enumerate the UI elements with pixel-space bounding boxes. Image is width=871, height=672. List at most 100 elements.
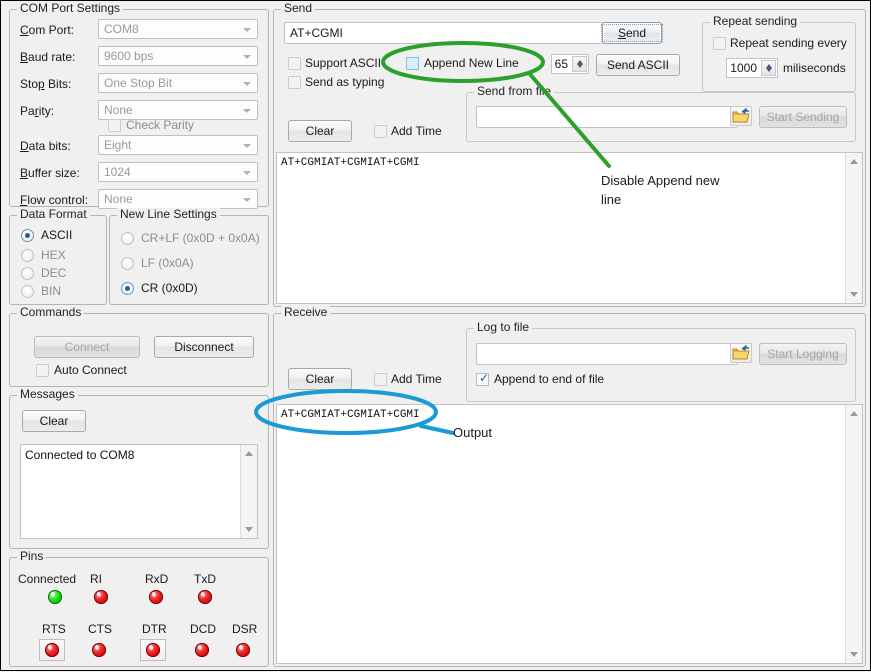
auto-connect-checkbox[interactable] bbox=[36, 364, 49, 377]
pin-label-cts: CTS bbox=[88, 622, 112, 636]
send-add-time-label: Add Time bbox=[391, 124, 442, 138]
receive-title: Receive bbox=[281, 306, 330, 318]
repeat-units-label: miliseconds bbox=[783, 61, 846, 75]
spinner-down-icon[interactable] bbox=[766, 68, 772, 72]
flow-control-value: None bbox=[104, 192, 133, 206]
scroll-up-icon[interactable] bbox=[850, 411, 858, 416]
chevron-down-icon bbox=[243, 28, 251, 32]
radio-bin-label: BIN bbox=[41, 284, 61, 298]
pin-label-dsr: DSR bbox=[232, 622, 257, 636]
commands-title: Commands bbox=[17, 306, 84, 318]
disconnect-button[interactable]: Disconnect bbox=[154, 336, 254, 358]
send-log-text: AT+CGMIAT+CGMIAT+CGMI bbox=[281, 156, 842, 170]
send-ascii-button[interactable]: Send ASCII bbox=[596, 54, 680, 76]
spinner-buttons[interactable] bbox=[761, 60, 776, 76]
send-add-time-checkbox[interactable] bbox=[374, 125, 387, 138]
spinner-buttons[interactable] bbox=[572, 56, 587, 72]
start-sending-button[interactable]: Start Sending bbox=[759, 106, 847, 128]
data-bits-value: Eight bbox=[104, 138, 131, 152]
append-to-end-checkbox[interactable]: ✓ bbox=[476, 373, 489, 386]
pin-label-dtr: DTR bbox=[142, 622, 167, 636]
connect-button[interactable]: Connect bbox=[34, 336, 140, 358]
send-group: Send AT+CGMI Send Support ASCII Append N… bbox=[273, 9, 866, 307]
send-clear-button[interactable]: Clear bbox=[288, 120, 352, 142]
radio-lf-label: LF (0x0A) bbox=[141, 256, 194, 270]
com-port-settings-group: COM Port Settings Com Port: COM8 Baud ra… bbox=[9, 9, 269, 207]
radio-crlf[interactable] bbox=[121, 232, 134, 245]
messages-log-area[interactable]: Connected to COM8 bbox=[20, 444, 258, 539]
pin-label-connected: Connected bbox=[18, 572, 76, 586]
messages-scrollbar[interactable] bbox=[240, 445, 257, 538]
buffer-size-combo[interactable]: 1024 bbox=[98, 162, 258, 182]
messages-log-text: Connected to COM8 bbox=[25, 448, 237, 462]
repeat-sending-checkbox[interactable] bbox=[713, 37, 726, 50]
log-to-file-group: Log to file Start Logging ✓ Append to en… bbox=[466, 328, 856, 402]
messages-clear-button[interactable]: Clear bbox=[22, 410, 86, 432]
radio-ascii[interactable] bbox=[21, 229, 34, 242]
check-parity-label: Check Parity bbox=[126, 118, 194, 132]
send-command-input[interactable]: AT+CGMI bbox=[284, 22, 604, 44]
commands-group: Commands Connect Disconnect Auto Connect bbox=[9, 313, 269, 387]
new-line-settings-title: New Line Settings bbox=[117, 208, 220, 220]
ascii-code-spinner[interactable]: 65 bbox=[551, 54, 589, 74]
log-file-path-input[interactable] bbox=[476, 343, 738, 365]
data-bits-label: Data bits: bbox=[20, 139, 71, 153]
radio-dec-label: DEC bbox=[41, 266, 66, 280]
data-bits-combo[interactable]: Eight bbox=[98, 135, 258, 155]
baud-rate-combo[interactable]: 9600 bps bbox=[98, 46, 258, 66]
scroll-down-icon[interactable] bbox=[850, 652, 858, 657]
log-browse-folder-button[interactable] bbox=[730, 343, 752, 363]
radio-hex[interactable] bbox=[21, 249, 34, 262]
receive-clear-button[interactable]: Clear bbox=[288, 368, 352, 390]
support-ascii-checkbox[interactable] bbox=[288, 57, 301, 70]
send-command-value: AT+CGMI bbox=[290, 26, 343, 40]
radio-cr[interactable] bbox=[121, 282, 134, 295]
pin-led-ri bbox=[94, 590, 108, 604]
send-as-typing-checkbox[interactable] bbox=[288, 76, 301, 89]
scroll-up-icon[interactable] bbox=[245, 451, 253, 456]
auto-connect-label: Auto Connect bbox=[54, 363, 127, 377]
repeat-sending-label: Repeat sending every bbox=[730, 36, 847, 50]
send-as-typing-label: Send as typing bbox=[305, 75, 384, 89]
com-port-combo[interactable]: COM8 bbox=[98, 19, 258, 39]
send-log-area[interactable]: AT+CGMIAT+CGMIAT+CGMI bbox=[276, 152, 863, 304]
receive-log-area[interactable]: AT+CGMIAT+CGMIAT+CGMI bbox=[276, 404, 863, 664]
radio-ascii-label: ASCII bbox=[41, 228, 72, 242]
start-logging-button[interactable]: Start Logging bbox=[759, 343, 847, 365]
chevron-down-icon bbox=[243, 109, 251, 113]
stop-bits-combo[interactable]: One Stop Bit bbox=[98, 73, 258, 93]
repeat-interval-spinner[interactable]: 1000 bbox=[726, 58, 778, 78]
new-line-settings-group: New Line Settings CR+LF (0x0D + 0x0A) LF… bbox=[109, 215, 269, 305]
stop-bits-label: Stop Bits: bbox=[20, 77, 71, 91]
pins-title: Pins bbox=[17, 550, 46, 562]
browse-folder-button[interactable] bbox=[730, 106, 752, 126]
chevron-down-icon bbox=[243, 144, 251, 148]
scroll-down-icon[interactable] bbox=[850, 292, 858, 297]
pin-label-rxd: RxD bbox=[145, 572, 168, 586]
receive-add-time-label: Add Time bbox=[391, 372, 442, 386]
data-format-group: Data Format ASCII HEX DEC BIN bbox=[9, 215, 107, 305]
scroll-up-icon[interactable] bbox=[850, 159, 858, 164]
parity-combo[interactable]: None bbox=[98, 100, 258, 120]
send-log-scrollbar[interactable] bbox=[845, 153, 862, 303]
receive-log-scrollbar[interactable] bbox=[845, 405, 862, 663]
flow-control-combo[interactable]: None bbox=[98, 189, 258, 209]
check-parity-checkbox[interactable] bbox=[108, 119, 121, 132]
support-ascii-label: Support ASCII bbox=[305, 56, 381, 70]
receive-group: Receive Clear Add Time Log to file Start… bbox=[273, 313, 866, 667]
send-from-file-group: Send from file Start Sending bbox=[466, 92, 856, 142]
baud-rate-value: 9600 bps bbox=[104, 49, 153, 63]
send-file-path-input[interactable] bbox=[476, 106, 738, 128]
radio-bin[interactable] bbox=[21, 285, 34, 298]
pin-label-dcd: DCD bbox=[190, 622, 216, 636]
spinner-down-icon[interactable] bbox=[577, 64, 583, 68]
flow-control-label: Flow control: bbox=[20, 193, 88, 207]
parity-label: Parity: bbox=[20, 104, 54, 118]
append-new-line-checkbox[interactable] bbox=[406, 57, 419, 70]
scroll-down-icon[interactable] bbox=[245, 527, 253, 532]
send-button[interactable]: Send bbox=[602, 22, 662, 44]
radio-lf[interactable] bbox=[121, 257, 134, 270]
pin-led-cts bbox=[92, 643, 106, 657]
radio-dec[interactable] bbox=[21, 267, 34, 280]
receive-add-time-checkbox[interactable] bbox=[374, 373, 387, 386]
